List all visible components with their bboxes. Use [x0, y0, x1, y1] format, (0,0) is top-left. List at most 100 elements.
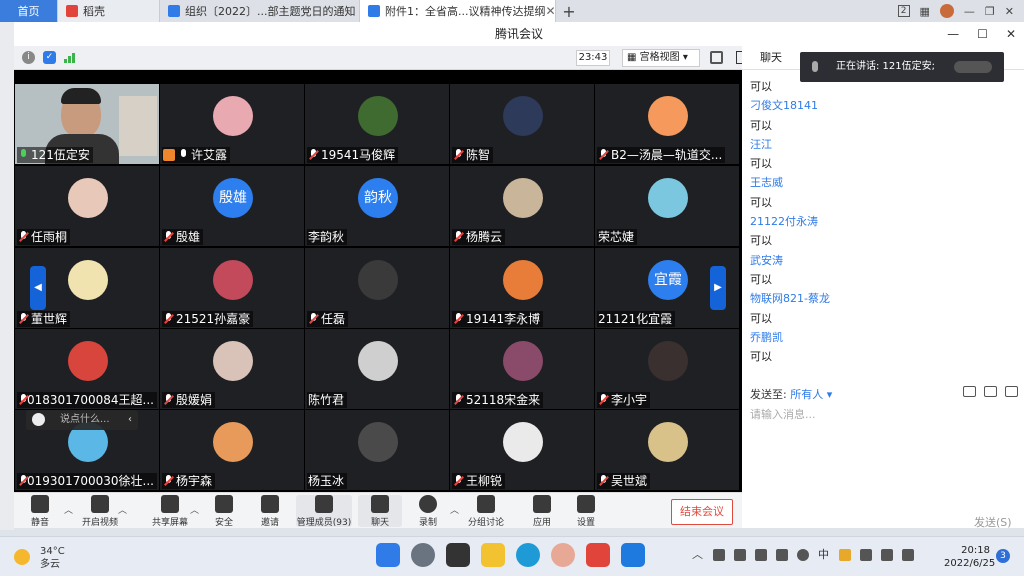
video-button[interactable]: 开启视频 — [78, 495, 122, 528]
browser-tab-home[interactable]: 首页 — [0, 0, 58, 22]
microphone-icon[interactable] — [797, 549, 809, 561]
breakout-rooms-button[interactable]: 分组讨论 — [464, 495, 508, 528]
wps-icon[interactable] — [586, 543, 610, 567]
volume-icon[interactable] — [881, 549, 893, 561]
browser-tab-bar: 首页 稻壳 组织〔2022〕...部主题党日的通知 附件1：全省高...议精神传… — [0, 0, 1024, 22]
task-view-icon[interactable] — [446, 543, 470, 567]
signal-icon[interactable] — [64, 52, 75, 63]
chevron-up-icon[interactable]: ︿ — [190, 503, 199, 516]
prev-page-button[interactable]: ◀ — [30, 266, 46, 310]
participant-tile[interactable]: 陈智 — [450, 84, 594, 164]
participant-tile[interactable]: 陈竹君 — [305, 329, 449, 409]
send-button[interactable]: 发送(S) — [974, 514, 1012, 530]
apps-button[interactable]: 应用 — [520, 495, 564, 528]
participant-tile[interactable]: 殷媛娟 — [160, 329, 304, 409]
grid-icon[interactable]: ▦ — [920, 5, 930, 18]
battery-icon[interactable] — [776, 549, 788, 561]
participant-tile[interactable]: 杨腾云 — [450, 166, 594, 246]
gear-icon — [577, 495, 595, 513]
participant-tile[interactable]: 19141李永博 — [450, 248, 594, 328]
end-meeting-button[interactable]: 结束会议 — [671, 499, 733, 525]
record-button[interactable]: 录制 — [406, 495, 450, 528]
sync-icon[interactable] — [713, 549, 725, 561]
chevron-up-icon[interactable]: ︿ — [118, 503, 127, 516]
tab-count-badge[interactable]: 2 — [897, 5, 910, 17]
minimize-icon[interactable]: — — [964, 5, 975, 18]
participant-tile[interactable]: 19541马俊辉 — [305, 84, 449, 164]
participant-tile[interactable]: 018301700084王超... — [15, 329, 159, 409]
chat-sender[interactable]: 乔鹏凯 — [750, 328, 1020, 347]
close-icon[interactable]: ✕ — [1005, 5, 1014, 18]
chevron-up-icon[interactable]: ︿ — [64, 503, 73, 516]
screenshot-icon[interactable] — [984, 386, 997, 397]
chat-message-input[interactable]: 请输入消息... — [750, 406, 816, 422]
file-explorer-icon[interactable] — [481, 543, 505, 567]
restore-icon[interactable]: ❐ — [985, 5, 995, 18]
app-avatar-icon[interactable] — [551, 543, 575, 567]
invite-button[interactable]: 邀请 — [248, 495, 292, 528]
participant-tile[interactable]: B2—汤晨—轨道交... — [595, 84, 739, 164]
participant-tile[interactable]: 121伍定安 — [15, 84, 159, 164]
user-avatar[interactable] — [939, 4, 954, 18]
participant-tile[interactable]: 殷雄 殷雄 — [160, 166, 304, 246]
tencent-meeting-icon[interactable] — [621, 543, 645, 567]
tray-app2-icon[interactable] — [839, 549, 851, 561]
participant-tile[interactable]: 任雨桐 — [15, 166, 159, 246]
close-tab-icon[interactable]: ✕ — [546, 4, 556, 18]
send-to-select[interactable]: 所有人 ▾ — [790, 388, 832, 401]
floating-chat-input[interactable]: 说点什么... ‹ — [26, 410, 138, 430]
participant-tile[interactable]: 52118宋金来 — [450, 329, 594, 409]
manage-members-button[interactable]: 管理成员(93) — [296, 495, 352, 528]
windows-start-icon[interactable] — [376, 543, 400, 567]
participant-tile[interactable]: 杨宇森 — [160, 410, 304, 490]
chevron-up-icon[interactable]: ︿ — [450, 503, 459, 516]
system-clock[interactable]: 20:18 2022/6/25 — [944, 544, 995, 570]
search-icon[interactable] — [411, 543, 435, 567]
info-icon[interactable]: i — [22, 51, 35, 64]
browser-tab-notice[interactable]: 组织〔2022〕...部主题党日的通知 — [160, 0, 360, 22]
participant-tile[interactable]: 21521孙嘉豪 — [160, 248, 304, 328]
settings-button[interactable]: 设置 — [564, 495, 608, 528]
fullscreen-icon[interactable] — [710, 51, 723, 64]
chat-sender[interactable]: 王志威 — [750, 173, 1020, 192]
maximize-icon[interactable]: ☐ — [977, 22, 988, 46]
participant-tile[interactable]: 吴世斌 — [595, 410, 739, 490]
ime-indicator[interactable]: 中 — [818, 549, 830, 561]
chat-button[interactable]: 聊天 — [358, 495, 402, 528]
edge-browser-icon[interactable] — [516, 543, 540, 567]
chat-sender[interactable]: 物联网821-蔡龙 — [750, 289, 1020, 308]
notification-badge[interactable]: 3 — [996, 549, 1010, 563]
shield-icon[interactable]: ✓ — [43, 51, 56, 64]
power-icon[interactable] — [902, 549, 914, 561]
security-button[interactable]: 安全 — [202, 495, 246, 528]
tray-app-icon[interactable] — [734, 549, 746, 561]
view-mode-select[interactable]: ▦ 宫格视图 ▾ — [622, 49, 700, 67]
user-icon[interactable] — [1005, 386, 1018, 397]
keyboard-icon[interactable] — [755, 549, 767, 561]
minimize-icon[interactable]: — — [947, 22, 959, 46]
chat-sender[interactable]: 21122付永涛 — [750, 212, 1020, 231]
close-icon[interactable]: ✕ — [1006, 22, 1016, 46]
participant-tile[interactable]: 李小宇 — [595, 329, 739, 409]
folder-icon[interactable] — [963, 386, 976, 397]
participant-tile[interactable]: 许艾露 — [160, 84, 304, 164]
share-screen-button[interactable]: 共享屏幕 — [148, 495, 192, 528]
participant-tile[interactable]: 杨玉冰 — [305, 410, 449, 490]
mute-button[interactable]: 静音 — [18, 495, 62, 528]
chat-sender[interactable]: 汪江 — [750, 135, 1020, 154]
browser-tab-attachment[interactable]: 附件1：全省高...议精神传达提纲 ✕ — [360, 0, 556, 22]
new-tab-button[interactable]: + — [556, 2, 582, 21]
participant-tile[interactable]: 王柳锐 — [450, 410, 594, 490]
chat-sender[interactable]: 武安涛 — [750, 251, 1020, 270]
participant-tile[interactable]: 任磊 — [305, 248, 449, 328]
chevron-left-icon[interactable]: ‹ — [128, 410, 132, 430]
emoji-icon[interactable] — [32, 413, 45, 426]
next-page-button[interactable]: ▶ — [710, 266, 726, 310]
browser-tab-daoke[interactable]: 稻壳 — [58, 0, 160, 22]
wifi-icon[interactable] — [860, 549, 872, 561]
participant-tile[interactable]: 荣芯婕 — [595, 166, 739, 246]
muted-mic-icon — [598, 475, 609, 487]
chevron-up-icon[interactable]: ︿ — [692, 549, 704, 561]
participant-tile[interactable]: 韵秋 李韵秋 — [305, 166, 449, 246]
chat-sender[interactable]: 刁俊文18141 — [750, 96, 1020, 115]
